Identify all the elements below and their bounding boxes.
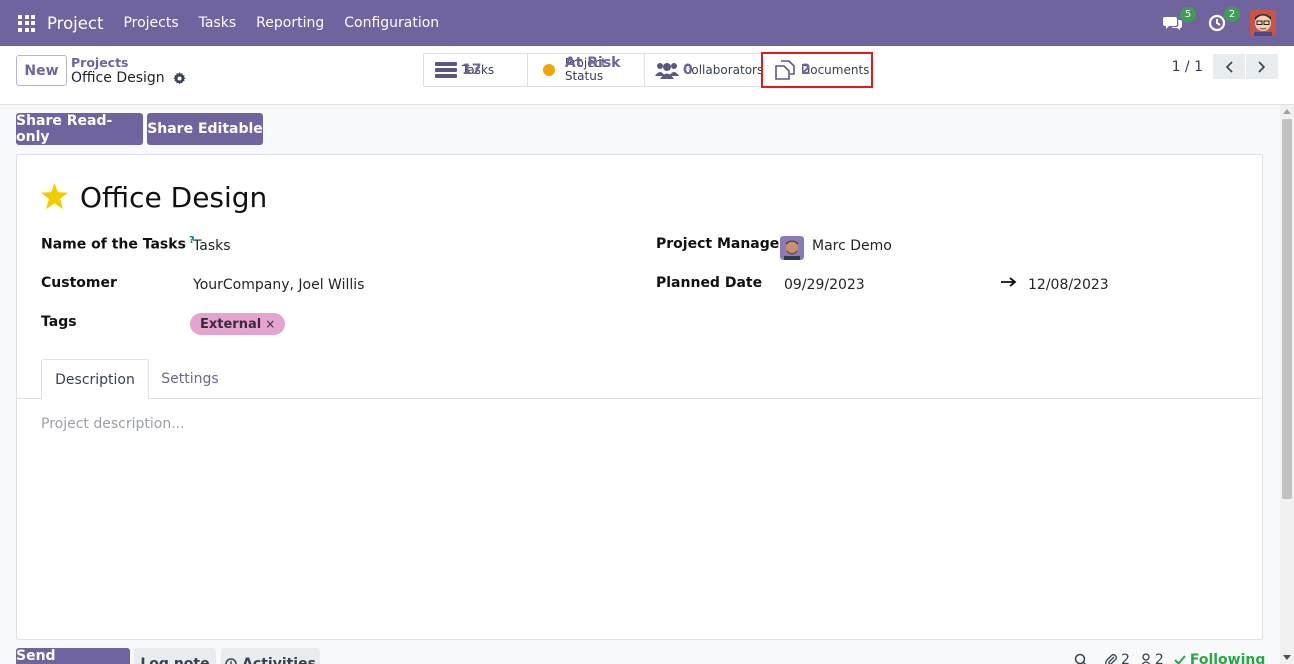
tasks-icon — [434, 62, 458, 78]
customer-field[interactable]: YourCompany, Joel Willis — [193, 277, 364, 293]
followers-count: 2 — [1154, 652, 1164, 664]
log-note-button[interactable]: Log note — [134, 648, 216, 664]
control-panel: New Projects Office Design Tasks 17 Proj… — [0, 46, 1294, 105]
pager-value[interactable]: 1 / 1 — [1172, 59, 1203, 75]
tag-external[interactable]: External × — [190, 313, 286, 335]
share-read-only-button[interactable]: Share Read-only — [16, 113, 143, 145]
planned-date-label: Planned Date — [656, 275, 763, 291]
send-message-button[interactable]: Send message — [16, 648, 130, 664]
messages-icon[interactable]: 5 — [1162, 7, 1196, 34]
tab-description[interactable]: Description — [41, 359, 149, 400]
documents-label: Documents — [801, 62, 870, 77]
project-status-value: At Risk — [564, 55, 621, 71]
menu-tasks[interactable]: Tasks — [199, 15, 237, 31]
tag-external-label: External — [200, 316, 262, 332]
check-icon — [1174, 655, 1186, 664]
share-editable-button[interactable]: Share Editable — [147, 113, 263, 145]
form-sheet: Office Design Name of the Tasks? Tasks C… — [16, 154, 1263, 640]
tags-label: Tags — [41, 314, 77, 330]
top-navbar: Project Projects Tasks Reporting Configu… — [0, 0, 1294, 46]
description-editor[interactable]: Project description... — [41, 416, 185, 432]
gear-icon[interactable] — [172, 71, 186, 85]
scroll-thumb[interactable] — [1282, 119, 1292, 499]
breadcrumb-projects[interactable]: Projects — [71, 55, 129, 70]
chevron-right-icon — [1258, 60, 1266, 73]
activities-button[interactable]: Activities — [221, 648, 320, 664]
breadcrumb-current-label: Office Design — [71, 70, 165, 86]
tag-remove-icon[interactable]: × — [265, 317, 275, 331]
project-manager-field[interactable]: Marc Demo — [812, 238, 892, 254]
activities-icon[interactable]: 2 — [1206, 7, 1240, 34]
documents-count: 2 — [801, 61, 811, 78]
users-icon — [655, 61, 679, 79]
documents-smart-button[interactable]: Documents 2 — [761, 52, 873, 88]
activities-button-label: Activities — [242, 656, 316, 664]
pager-next-button[interactable] — [1246, 54, 1278, 79]
attachments-count: 2 — [1121, 652, 1130, 664]
collaborators-smart-button[interactable]: Collaborators 0 — [644, 53, 764, 87]
paperclip-icon[interactable] — [1104, 653, 1118, 664]
pager: 1 / 1 — [1172, 54, 1278, 79]
app-brand[interactable]: Project — [47, 14, 103, 33]
title-row: Office Design — [41, 181, 267, 214]
customer-label: Customer — [41, 275, 117, 291]
following-label: Following — [1189, 652, 1266, 664]
favorite-star-icon[interactable] — [41, 182, 68, 213]
clock-icon — [225, 658, 237, 664]
collaborators-count: 0 — [683, 61, 693, 78]
breadcrumb-current: Office Design — [71, 70, 186, 86]
messages-badge: 5 — [1180, 7, 1196, 22]
search-icon[interactable] — [1074, 653, 1088, 664]
project-status-smart-button[interactable]: Project Status At Risk — [527, 53, 644, 87]
project-manager-label: Project Manager — [656, 236, 787, 252]
chevron-left-icon — [1225, 60, 1233, 73]
name-of-tasks-label: Name of the Tasks? — [41, 235, 195, 253]
menu-configuration[interactable]: Configuration — [344, 15, 439, 31]
planned-date-end-field[interactable]: 12/08/2023 — [1028, 277, 1109, 293]
documents-icon — [773, 60, 797, 80]
status-dot-icon — [538, 63, 561, 77]
chatter-topbar-right: 2 2 Following — [1074, 652, 1265, 664]
navbar-systray: 5 2 — [1162, 0, 1294, 46]
activities-badge: 2 — [1224, 7, 1240, 22]
name-of-tasks-label-text: Name of the Tasks — [41, 236, 186, 253]
followers-icon[interactable] — [1140, 653, 1152, 664]
pager-previous-button[interactable] — [1213, 54, 1245, 79]
menu-projects[interactable]: Projects — [123, 15, 178, 31]
menu-reporting[interactable]: Reporting — [256, 15, 324, 31]
arrow-right-icon — [1001, 276, 1017, 292]
tasks-smart-button[interactable]: Tasks 17 — [423, 53, 527, 87]
page-scrollbar[interactable] — [1280, 105, 1294, 664]
form-tabs: Description Settings — [17, 359, 1262, 400]
planned-date-start-field[interactable]: 09/29/2023 — [784, 277, 865, 293]
scroll-down-arrow-icon[interactable] — [1283, 655, 1291, 660]
new-button[interactable]: New — [16, 55, 67, 86]
name-of-tasks-field[interactable]: Tasks — [193, 238, 231, 254]
smart-buttons: Tasks 17 Project Status At Risk Collaborat… — [423, 52, 873, 88]
user-avatar[interactable] — [1250, 10, 1276, 36]
apps-menu-icon[interactable] — [18, 14, 35, 32]
following-button[interactable]: Following — [1174, 652, 1266, 664]
collaborators-label: Collaborators — [683, 62, 764, 77]
tab-settings[interactable]: Settings — [149, 359, 231, 399]
project-manager-avatar — [780, 236, 804, 260]
tasks-count: 17 — [462, 61, 482, 78]
scroll-up-arrow-icon[interactable] — [1283, 109, 1291, 114]
project-title[interactable]: Office Design — [80, 181, 267, 214]
